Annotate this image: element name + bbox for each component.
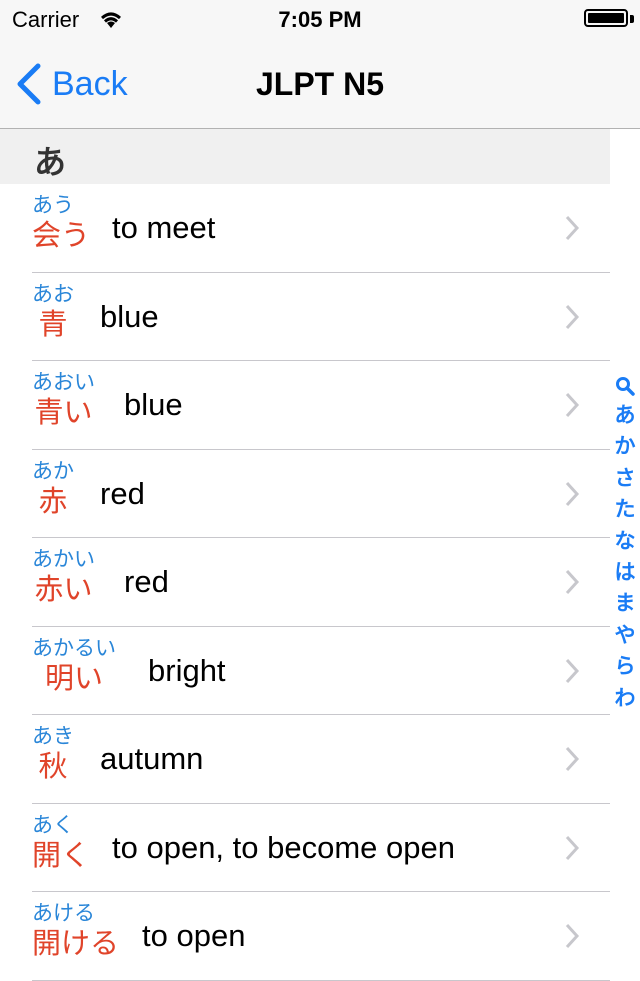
chevron-right-icon xyxy=(565,746,580,772)
list-item[interactable]: あおい 青い blue xyxy=(0,361,610,450)
section-header: あ xyxy=(0,129,610,184)
status-time: 7:05 PM xyxy=(278,7,362,32)
reading-block: あおい 青い xyxy=(32,371,95,441)
chevron-right-icon xyxy=(565,658,580,683)
chevron-right-icon xyxy=(565,569,580,595)
kanji-word: 開ける xyxy=(32,928,120,960)
list-item[interactable]: あく 開く to open, to become open xyxy=(0,804,610,893)
chevron-right-icon xyxy=(565,481,580,506)
battery-tip xyxy=(630,15,634,23)
reading-block: あお 青 xyxy=(32,283,74,353)
chevron-right-icon xyxy=(565,304,580,329)
index-item[interactable]: や xyxy=(615,620,636,651)
meaning-text: bright xyxy=(148,652,226,688)
list-item[interactable]: あける 開ける to open xyxy=(0,892,610,981)
reading-block: あかい 赤い xyxy=(32,548,95,618)
meaning-text: to meet xyxy=(112,210,216,245)
list-item[interactable]: あう 会う to meet xyxy=(0,184,610,273)
meaning-text: autumn xyxy=(100,741,204,776)
index-item[interactable]: わ xyxy=(615,683,636,714)
list-item[interactable]: あき 秋 autumn xyxy=(0,715,610,804)
index-item[interactable]: あ xyxy=(615,400,636,431)
kana-reading: あかい xyxy=(32,548,95,571)
kanji-word: 赤 xyxy=(38,485,68,518)
search-icon[interactable] xyxy=(615,376,635,396)
status-bar: Carrier 7:05 PM xyxy=(0,0,640,40)
kana-reading: あき xyxy=(32,725,74,748)
chevron-right-icon xyxy=(565,923,580,949)
kana-reading: あける xyxy=(32,902,95,925)
meaning-text: to open xyxy=(142,918,246,953)
index-item[interactable]: か xyxy=(615,431,636,462)
kanji-word: 秋 xyxy=(38,751,68,783)
meaning-text: to open, to become open xyxy=(112,829,455,865)
index-item[interactable]: さ xyxy=(615,463,636,494)
chevron-right-icon xyxy=(565,392,580,418)
battery-icon xyxy=(584,9,628,27)
reading-block: あか 赤 xyxy=(32,460,74,530)
kana-reading: あく xyxy=(32,813,74,837)
section-header-label: あ xyxy=(34,144,67,180)
navigation-bar: Back JLPT N5 xyxy=(0,40,640,129)
kana-reading: あかるい xyxy=(32,636,116,660)
kanji-word: 青 xyxy=(38,308,68,341)
reading-block: あかるい 明い xyxy=(32,637,116,707)
kanji-word: 開く xyxy=(32,839,91,872)
index-item[interactable]: た xyxy=(615,494,636,525)
reading-block: あく 開く xyxy=(32,814,90,884)
reading-block: あける 開ける xyxy=(32,902,119,972)
vocabulary-list: あう 会う to meet あお 青 blue あおい 青い blue あか 赤… xyxy=(0,184,610,981)
list-item[interactable]: あお 青 blue xyxy=(0,273,610,362)
index-item[interactable]: ま xyxy=(615,588,636,619)
list-item[interactable]: あかるい 明い bright xyxy=(0,627,610,716)
reading-block: あき 秋 xyxy=(32,725,74,795)
chevron-right-icon xyxy=(565,215,580,241)
kana-reading: あう xyxy=(32,194,74,217)
index-item[interactable]: ら xyxy=(615,651,636,682)
kanji-word: 青い xyxy=(34,397,93,429)
kanji-word: 赤い xyxy=(34,574,93,606)
kanji-word: 会う xyxy=(32,220,91,252)
kana-reading: あか xyxy=(32,459,74,483)
index-item[interactable]: な xyxy=(615,526,636,557)
index-item[interactable]: は xyxy=(615,557,636,588)
chevron-right-icon xyxy=(565,835,580,860)
reading-block: あう 会う xyxy=(32,194,90,264)
list-item[interactable]: あかい 赤い red xyxy=(0,538,610,627)
list-item[interactable]: あか 赤 red xyxy=(0,450,610,539)
meaning-text: blue xyxy=(124,387,183,422)
kana-reading: あお xyxy=(32,282,74,306)
meaning-text: red xyxy=(124,564,169,599)
meaning-text: red xyxy=(100,475,145,511)
kanji-word: 明い xyxy=(44,662,103,695)
meaning-text: blue xyxy=(100,298,159,334)
kana-reading: あおい xyxy=(32,371,95,394)
page-title: JLPT N5 xyxy=(255,66,385,102)
section-index-bar[interactable]: あ か さ た な は ま や ら わ xyxy=(612,376,638,714)
